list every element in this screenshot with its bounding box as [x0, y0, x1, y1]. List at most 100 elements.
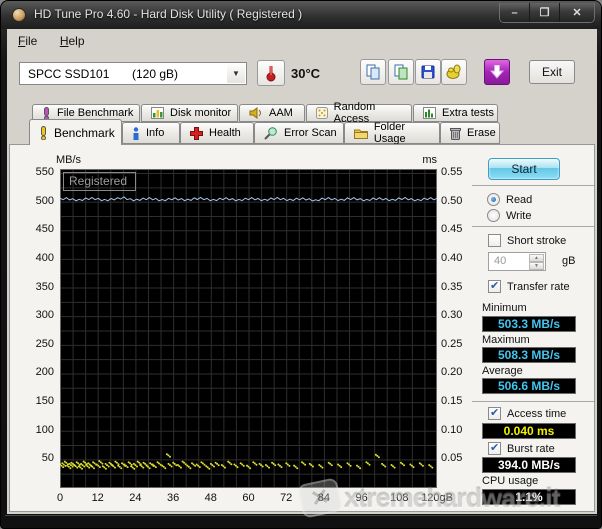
- axis-tick: 0.05: [441, 452, 463, 465]
- burst-rate-checkbox[interactable]: [488, 441, 501, 455]
- start-button[interactable]: Start: [488, 158, 560, 180]
- tab-extra-tests[interactable]: Extra tests: [413, 104, 498, 122]
- axis-tick: 400: [35, 251, 54, 264]
- maximum-label: Maximum: [482, 334, 530, 346]
- window-frame: [5, 515, 597, 516]
- drive-select[interactable]: SPCC SSD101 (120 gB) ▼: [19, 62, 247, 85]
- axis-tick: 300: [35, 309, 54, 322]
- axis-tick: 0.40: [441, 251, 463, 264]
- axis-tick: 0.20: [441, 366, 463, 379]
- read-radio[interactable]: [487, 193, 500, 206]
- tab-disk-monitor[interactable]: Disk monitor: [141, 104, 238, 122]
- update-button[interactable]: [484, 59, 510, 85]
- y-right-axis-label: ms: [422, 154, 437, 166]
- spinner-buttons: ▲ ▼: [529, 254, 544, 270]
- hand-icon: [446, 64, 460, 79]
- registered-watermark: Registered: [63, 172, 137, 191]
- close-button[interactable]: ✕: [560, 3, 594, 22]
- client-area: File Help SPCC SSD101 (120 gB) ▼ 30°C Ex…: [7, 29, 597, 519]
- tab-erase[interactable]: Erase: [440, 122, 500, 144]
- info-icon: [133, 126, 139, 140]
- drive-capacity: (120 gB): [132, 66, 179, 81]
- read-option[interactable]: Read: [487, 193, 532, 206]
- axis-tick: 0.25: [441, 337, 463, 350]
- speaker-icon: [249, 107, 261, 119]
- tab-label: Folder Usage: [373, 121, 406, 145]
- minimum-label: Minimum: [482, 302, 527, 314]
- separator: [472, 401, 594, 402]
- axis-tick: 120gB: [421, 492, 453, 504]
- spinner-up-icon[interactable]: ▲: [529, 254, 544, 262]
- menu-help[interactable]: Help: [51, 31, 94, 51]
- access-time-checkbox[interactable]: [488, 406, 501, 420]
- axis-tick: 450: [35, 223, 54, 236]
- menu-bar: File Help: [9, 31, 595, 53]
- axis-tick: 0.30: [441, 309, 463, 322]
- app-window: HD Tune Pro 4.60 - Hard Disk Utility ( R…: [0, 0, 602, 529]
- write-radio[interactable]: [487, 209, 500, 222]
- cpu-usage-value: 1.1%: [482, 489, 576, 505]
- y-left-axis-label: MB/s: [56, 154, 82, 166]
- short-stroke-checkbox[interactable]: [488, 234, 501, 247]
- write-label: Write: [506, 209, 532, 222]
- exit-button[interactable]: Exit: [529, 60, 575, 84]
- options-button[interactable]: [441, 59, 467, 85]
- exclamation-icon-yellow: [41, 125, 46, 140]
- tab-label: Extra tests: [442, 107, 494, 119]
- magnifier-icon: [264, 126, 277, 140]
- separator: [472, 185, 594, 186]
- copy-image-button[interactable]: [388, 59, 414, 85]
- tab-aam[interactable]: AAM: [239, 104, 305, 122]
- minimum-value: 503.3 MB/s: [482, 316, 576, 332]
- copy-button[interactable]: [360, 59, 386, 85]
- benchmark-page: MB/s ms Registered 550 500 450 400 350 300 250…: [9, 144, 595, 519]
- thermometer-icon: [266, 66, 276, 82]
- short-stroke-spinner[interactable]: 40 ▲ ▼: [488, 252, 546, 271]
- health-cross-icon: [190, 126, 203, 140]
- trash-icon: [450, 127, 461, 140]
- axis-tick: 200: [35, 366, 54, 379]
- axis-tick: 0.35: [441, 280, 463, 293]
- short-stroke-label: Short stroke: [507, 234, 567, 247]
- tab-error-scan[interactable]: Error Scan: [254, 122, 344, 144]
- access-time-option[interactable]: Access time: [488, 406, 566, 420]
- tab-info[interactable]: Info: [122, 122, 180, 144]
- title-bar[interactable]: HD Tune Pro 4.60 - Hard Disk Utility ( R…: [1, 1, 601, 29]
- tab-label: Benchmark: [54, 125, 115, 140]
- average-label: Average: [482, 365, 523, 377]
- tab-label: Error Scan: [284, 127, 337, 139]
- spinner-down-icon[interactable]: ▼: [529, 262, 544, 270]
- average-value: 506.6 MB/s: [482, 378, 576, 394]
- write-option[interactable]: Write: [487, 209, 531, 222]
- tab-random-access[interactable]: Random Access: [306, 101, 412, 125]
- chevron-down-icon[interactable]: ▼: [227, 64, 245, 83]
- bar-chart-icon: [151, 107, 164, 119]
- dice-icon: [316, 107, 328, 119]
- tab-health[interactable]: Health: [180, 122, 254, 144]
- folder-icon: [354, 129, 368, 139]
- minimize-button[interactable]: –: [500, 3, 530, 22]
- burst-rate-option[interactable]: Burst rate: [488, 441, 555, 455]
- save-button[interactable]: [415, 59, 441, 85]
- copy-image-icon: [394, 64, 408, 80]
- save-icon: [421, 65, 435, 79]
- maximize-button[interactable]: ❒: [530, 3, 560, 22]
- exclamation-icon-purple: [44, 106, 49, 120]
- short-stroke-option[interactable]: Short stroke: [488, 234, 566, 247]
- temperature-value: 30°C: [291, 66, 321, 81]
- temperature-button[interactable]: [257, 60, 285, 86]
- axis-tick: 0.55: [441, 166, 463, 178]
- axis-tick: 0.10: [441, 423, 463, 436]
- transfer-rate-option[interactable]: Transfer rate: [488, 279, 570, 293]
- tab-folder-usage[interactable]: Folder Usage: [344, 121, 440, 145]
- cpu-usage-label: CPU usage: [482, 475, 539, 487]
- axis-tick: 150: [35, 395, 54, 408]
- chart-canvas: [59, 169, 438, 488]
- menu-file[interactable]: File: [9, 31, 46, 51]
- drive-name: SPCC SSD101: [28, 66, 110, 81]
- transfer-rate-checkbox[interactable]: [488, 279, 501, 293]
- tab-label: Info: [146, 127, 165, 139]
- burst-rate-label: Burst rate: [507, 442, 555, 455]
- chart-grid-icon: [423, 107, 436, 119]
- tab-benchmark[interactable]: Benchmark: [29, 119, 122, 145]
